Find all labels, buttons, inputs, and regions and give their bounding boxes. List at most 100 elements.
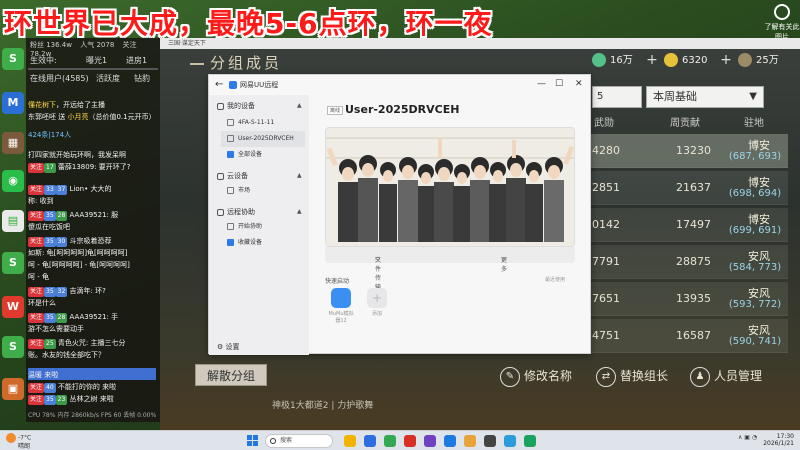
follow-badge[interactable]: 关注 (28, 211, 45, 221)
wechat-icon[interactable]: ◉ (2, 170, 24, 192)
follow-badge[interactable]: 关注 (28, 185, 45, 195)
maximize-icon[interactable]: ☐ (555, 79, 563, 89)
station-coord[interactable]: (593, 772) (722, 299, 788, 310)
app-icon[interactable] (444, 435, 456, 447)
chrome-icon[interactable] (384, 435, 396, 447)
filter-select[interactable]: 5 (592, 86, 642, 108)
tab-activity[interactable]: 活跃度 (96, 73, 120, 84)
person-icon: ♟ (690, 366, 710, 387)
desktop-app-icon[interactable]: ▤ (2, 210, 24, 232)
follow-badge[interactable]: 关注 (28, 287, 45, 297)
fan-badge[interactable]: 25 (44, 339, 56, 349)
my-devices-section[interactable]: 我的设备 (217, 101, 255, 111)
station-coord[interactable]: (687, 693) (722, 151, 788, 162)
close-icon[interactable]: ✕ (575, 79, 583, 89)
app-icon[interactable] (484, 435, 496, 447)
app-icon[interactable] (524, 435, 536, 447)
member-row[interactable]: 2851 21637 博安 (698, 694) (590, 171, 788, 205)
spotlight-info-button[interactable]: 了解有关此图片 (764, 4, 800, 41)
wps-icon[interactable]: W (2, 296, 24, 318)
fan-badge[interactable]: 17 (44, 163, 56, 173)
desktop-app-icon[interactable]: S (2, 48, 24, 70)
desktop-app-icon[interactable]: S (2, 336, 24, 358)
member-management-button[interactable]: ♟ 人员管理 (690, 364, 762, 388)
sidebar-favorites[interactable]: 收藏设备 (221, 235, 305, 251)
weather-widget[interactable]: -7°C 晴朗 (6, 433, 31, 450)
follow-badge[interactable]: 关注 (28, 313, 45, 323)
sidebar-all-devices[interactable]: 全部设备 (221, 147, 305, 163)
taskbar-search[interactable]: 搜索 (265, 434, 333, 448)
fan-badge[interactable]: 28 (55, 211, 68, 221)
desktop-app-icon[interactable]: S (2, 252, 24, 274)
device-screenshot[interactable] (325, 127, 575, 247)
desktop-app-icon[interactable]: ▣ (2, 378, 24, 400)
folder-icon[interactable] (344, 435, 356, 447)
tab-diamond[interactable]: 钻豹 (134, 73, 150, 84)
fan-badge[interactable]: 23 (55, 395, 68, 405)
sidebar-device-item[interactable]: 4FA-S-11-11 (221, 115, 305, 131)
desktop-app-icon[interactable]: M (2, 92, 24, 114)
follow-badge[interactable]: 关注 (28, 163, 45, 173)
station-coord[interactable]: (699, 691) (722, 225, 788, 236)
exposure-label[interactable]: 曝光1 (86, 55, 107, 66)
cloud-devices-section[interactable]: 云设备 (217, 171, 248, 181)
week-select-dropdown[interactable]: 本周基础 ▼ (646, 86, 764, 108)
follow-badge[interactable]: 关注 (28, 395, 45, 405)
app-icon[interactable] (424, 435, 436, 447)
level-badge[interactable]: 35 (44, 395, 56, 405)
member-row[interactable]: 4280 13230 博安 (687, 693) (590, 134, 788, 168)
station-coord[interactable]: (698, 694) (722, 188, 788, 199)
quick-launch-title: 快速启动 (325, 278, 350, 285)
back-arrow-icon[interactable]: ← (215, 79, 223, 90)
member-row[interactable]: 7651 13935 安风 (593, 772) (590, 282, 788, 316)
recent-used-link[interactable]: 最近使用 (545, 276, 565, 283)
edge-icon[interactable] (364, 435, 376, 447)
level-badge[interactable]: 37 (55, 185, 68, 195)
chevron-up-icon[interactable]: ▲ (297, 172, 302, 179)
level-badge[interactable]: 35 (44, 313, 56, 323)
add-jade-button[interactable]: + (644, 52, 660, 68)
sidebar-start-assist[interactable]: 开始协助 (221, 219, 305, 235)
member-row[interactable]: 4751 16587 安风 (590, 741) (590, 319, 788, 353)
rename-button[interactable]: ✎ 修改名称 (500, 364, 572, 388)
wps-icon[interactable] (404, 435, 416, 447)
add-tile[interactable]: + 添加 (363, 288, 391, 317)
level-badge[interactable]: 35 (44, 211, 56, 221)
enter-room-label[interactable]: 进房1 (126, 55, 147, 66)
member-row[interactable]: 0142 17497 博安 (699, 691) (590, 208, 788, 242)
remote-assist-section[interactable]: 远程协助 (217, 207, 255, 217)
system-tray[interactable]: ∧ ▣ ◔ (738, 434, 757, 441)
chevron-up-icon[interactable]: ▲ (297, 102, 302, 109)
replace-leader-button[interactable]: ⇄ 替换组长 (596, 364, 668, 388)
chevron-up-icon[interactable]: ▲ (297, 208, 302, 215)
follow-badge[interactable]: 关注 (28, 383, 45, 393)
station-coord[interactable]: (590, 741) (722, 336, 788, 347)
desktop-app-icon[interactable]: ▦ (2, 132, 24, 154)
level-badge[interactable]: 35 (44, 237, 56, 247)
mumu-emulator-tile[interactable]: MuMu模拟器12 (327, 288, 355, 324)
level-badge[interactable]: 35 (44, 287, 56, 297)
tab-online-users[interactable]: 在线用户(4585) (30, 73, 89, 84)
taskbar-clock[interactable]: 17:30 2026/1/21 (760, 433, 794, 447)
level-badge[interactable]: 33 (44, 185, 56, 195)
sidebar-market[interactable]: 市场 (221, 183, 305, 199)
level-badge[interactable]: 30 (55, 237, 68, 247)
gear-icon: ⚙ (217, 343, 226, 351)
sidebar-device-item-selected[interactable]: User-2025DRVCEH (221, 131, 305, 147)
station-coord[interactable]: (584, 773) (722, 262, 788, 273)
app-icon[interactable] (464, 435, 476, 447)
settings-button[interactable]: ⚙ 设置 (217, 342, 240, 352)
clock-date: 2026/1/21 (763, 440, 794, 447)
follow-badge[interactable]: 关注 (28, 339, 45, 349)
level-badge[interactable]: 40 (44, 383, 56, 393)
windows-start-icon[interactable] (247, 435, 259, 447)
level-badge[interactable]: 32 (55, 287, 68, 297)
fan-badge[interactable]: 28 (55, 313, 68, 323)
member-row[interactable]: 7791 28875 安风 (584, 773) (590, 245, 788, 279)
add-gold-button[interactable]: + (718, 52, 734, 68)
minimize-icon[interactable]: — (537, 79, 546, 89)
app-icon[interactable] (504, 435, 516, 447)
dissolve-group-button[interactable]: 解散分组 (195, 364, 267, 386)
follow-badge[interactable]: 关注 (28, 237, 45, 247)
weather-temp: -7°C (18, 434, 32, 442)
